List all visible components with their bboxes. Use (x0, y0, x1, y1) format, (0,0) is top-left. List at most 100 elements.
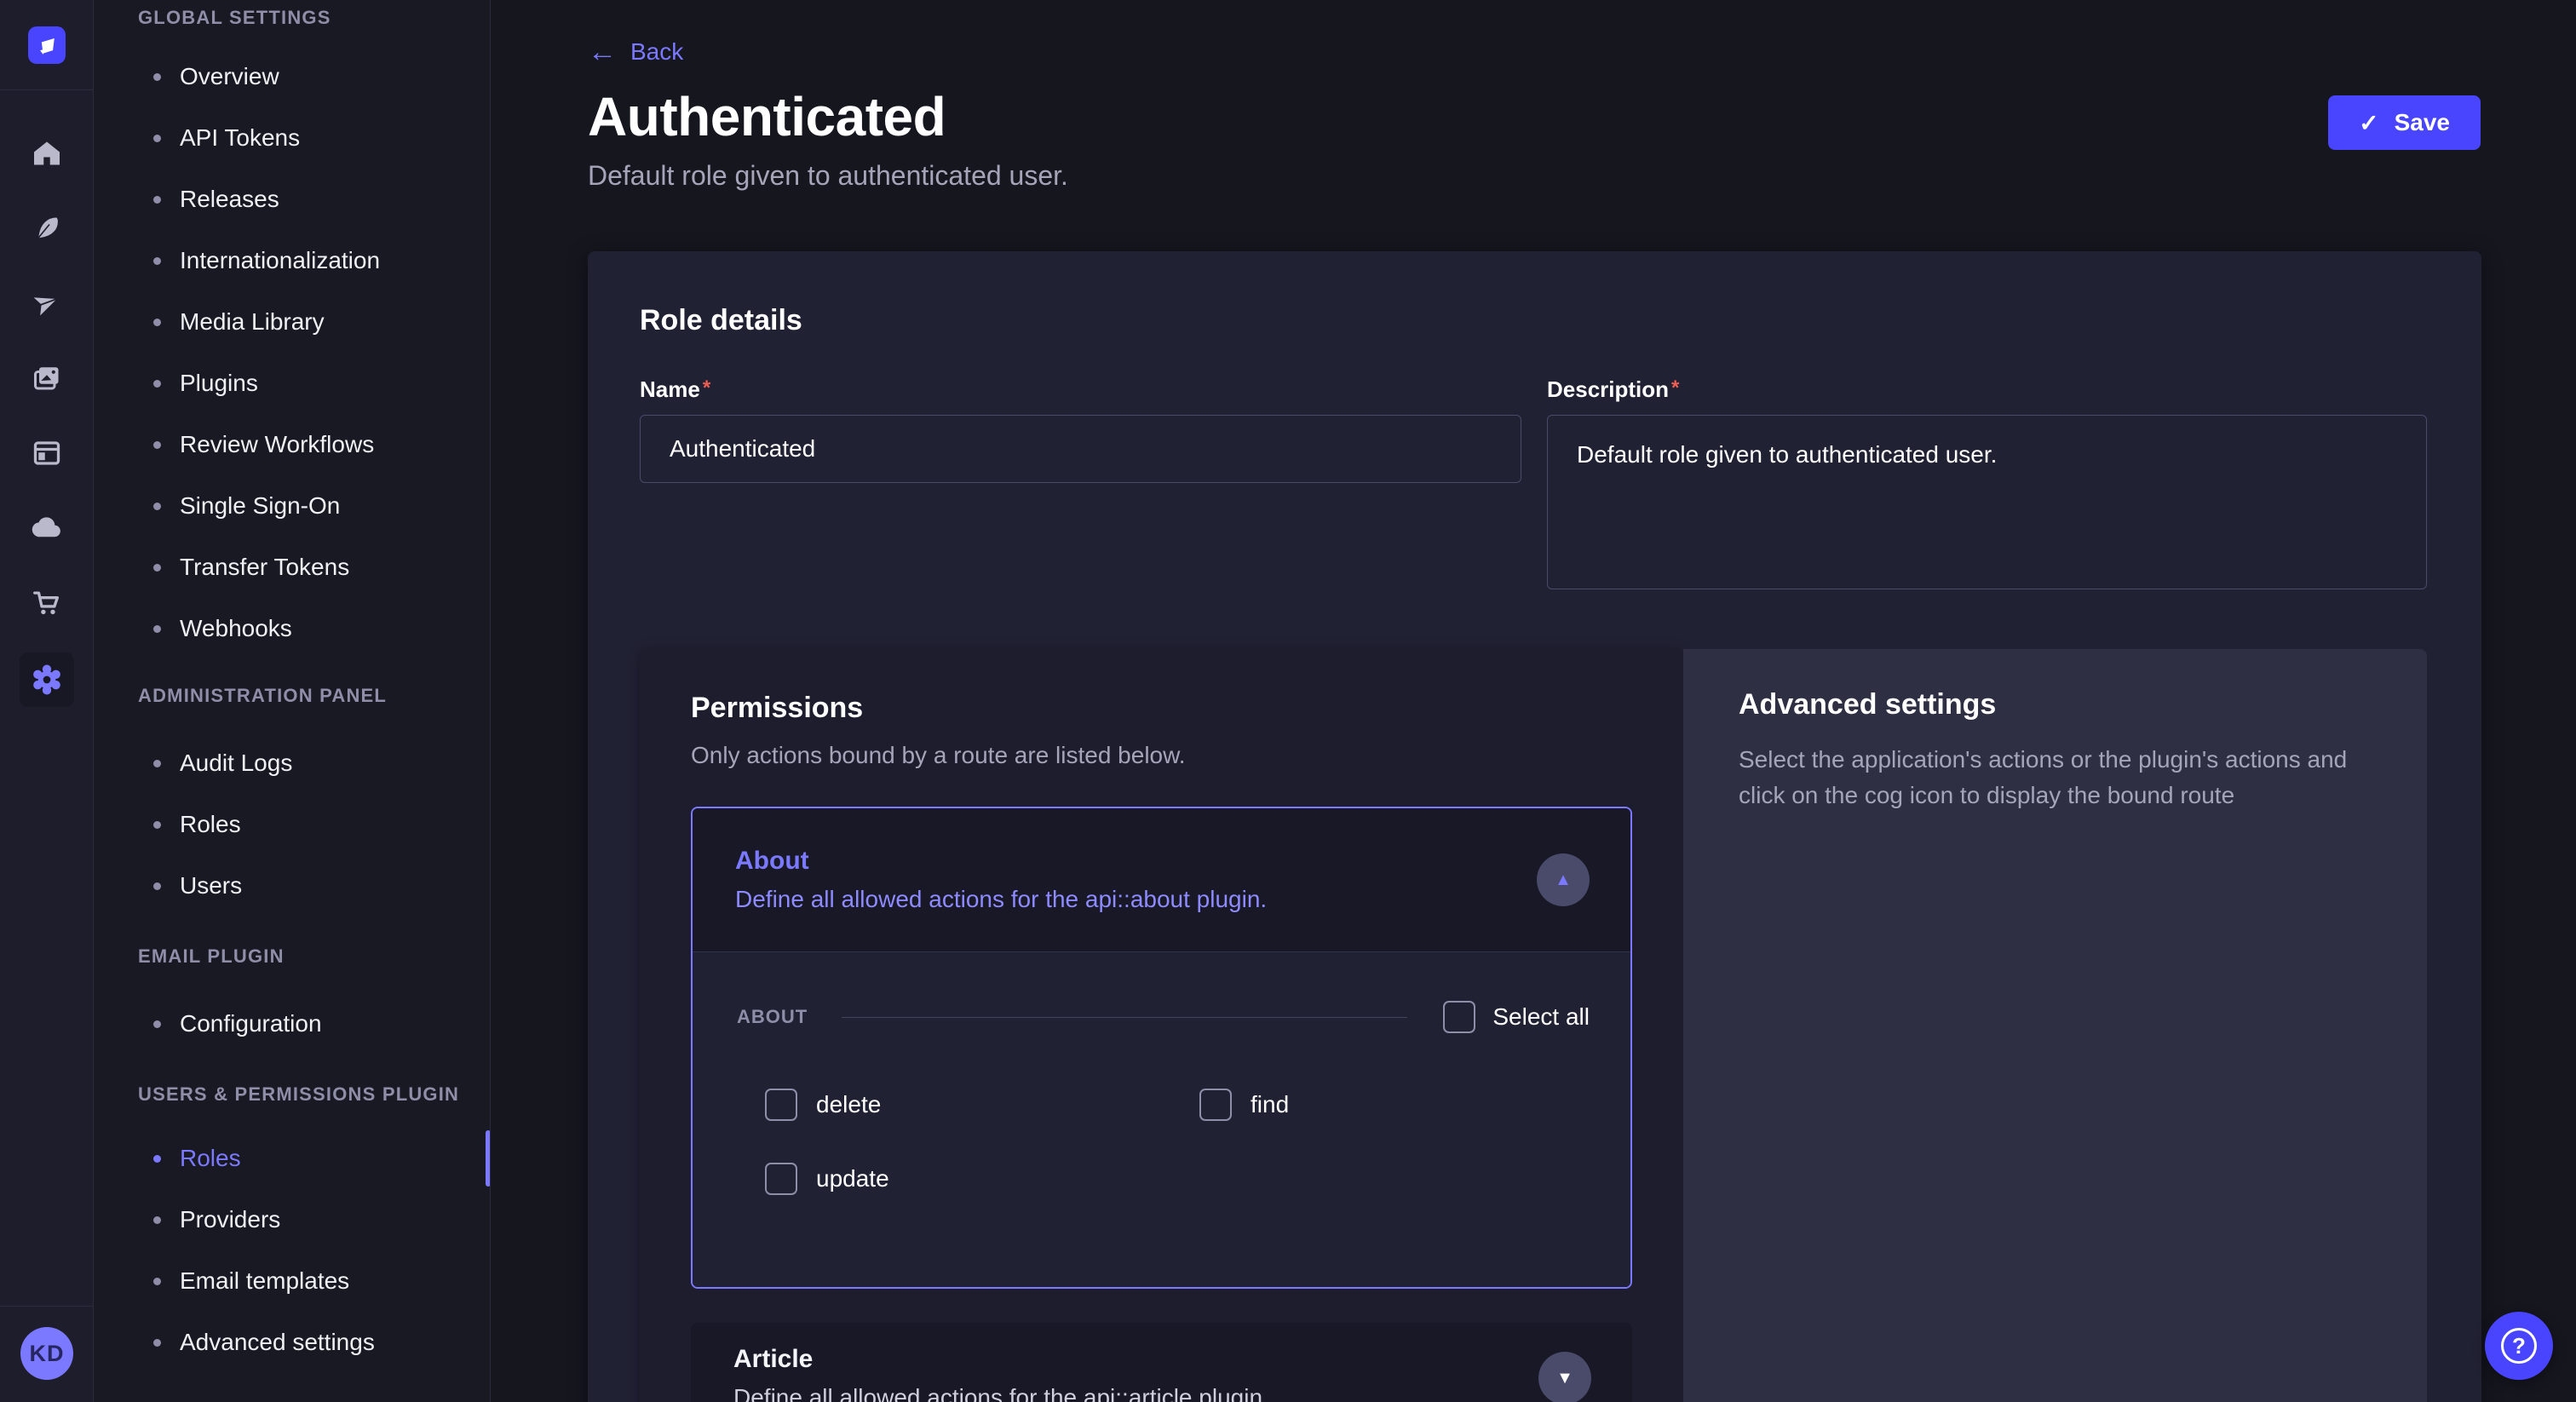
bullet-icon (153, 73, 161, 81)
permissions-title: Permissions (691, 692, 1632, 725)
sidebar-item-single-sign-on[interactable]: Single Sign-On (94, 475, 490, 537)
app-window: KD GLOBAL SETTINGS Overview API Tokens R… (0, 0, 2576, 1402)
sidebar-item-configuration[interactable]: Configuration (94, 993, 490, 1054)
sidebar-item-up-roles[interactable]: Roles (94, 1128, 490, 1189)
accordion-about-title: About (735, 847, 1267, 876)
accordion-article-titles: Article Define all allowed actions for t… (733, 1345, 1269, 1402)
feather-icon[interactable] (0, 191, 94, 266)
action-checkbox-grid: delete find update (765, 1081, 1590, 1203)
page-title: Authenticated (588, 85, 1068, 148)
description-textarea[interactable]: Default role given to authenticated user… (1547, 415, 2427, 589)
sidebar-item-transfer-tokens[interactable]: Transfer Tokens (94, 537, 490, 598)
question-mark-icon: ? (2501, 1328, 2537, 1364)
update-checkbox[interactable] (765, 1163, 797, 1195)
help-button[interactable]: ? (2485, 1312, 2553, 1380)
expand-button[interactable]: ▼ (1538, 1352, 1591, 1402)
bullet-icon (153, 257, 161, 265)
bullet-icon (153, 1155, 161, 1163)
strapi-logo[interactable] (28, 26, 66, 64)
back-label: Back (630, 38, 683, 66)
home-icon[interactable] (0, 116, 94, 191)
sidebar-item-users[interactable]: Users (94, 855, 490, 916)
sidebar-group: Audit Logs Roles Users (94, 733, 490, 916)
sidebar-item-releases[interactable]: Releases (94, 169, 490, 230)
sidebar-group: Overview API Tokens Releases Internation… (94, 46, 490, 659)
name-label-text: Name (640, 376, 700, 402)
name-label: Name* (640, 376, 1521, 403)
sidebar-item-overview[interactable]: Overview (94, 46, 490, 107)
sidebar-item-review-workflows[interactable]: Review Workflows (94, 414, 490, 475)
sidebar-section-users-permissions-plugin: USERS & PERMISSIONS PLUGIN (138, 1078, 490, 1111)
accordion-about-body: ABOUT Select all delete (693, 951, 1630, 1287)
sidebar-item-label: Releases (180, 186, 279, 213)
bullet-icon (153, 821, 161, 829)
name-input[interactable] (640, 415, 1521, 483)
sidebar-item-media-library[interactable]: Media Library (94, 291, 490, 353)
user-avatar[interactable]: KD (20, 1327, 73, 1380)
sidebar-item-label: Single Sign-On (180, 492, 340, 520)
save-button[interactable]: ✓ Save (2328, 95, 2481, 150)
chevron-up-icon: ▲ (1555, 871, 1572, 890)
select-all-label: Select all (1492, 1003, 1590, 1031)
select-all-checkbox[interactable] (1443, 1001, 1475, 1033)
paper-plane-icon[interactable] (0, 266, 94, 341)
cart-icon[interactable] (0, 566, 94, 641)
settings-sidebar: GLOBAL SETTINGS Overview API Tokens Rele… (94, 0, 491, 1402)
required-asterisk: * (703, 376, 710, 399)
sidebar-item-label: Configuration (180, 1010, 322, 1037)
delete-label: delete (816, 1091, 881, 1118)
sidebar-item-advanced-settings[interactable]: Advanced settings (94, 1312, 490, 1373)
sidebar-item-label: Roles (180, 811, 241, 838)
bullet-icon (153, 760, 161, 767)
role-details-title: Role details (640, 304, 2427, 337)
images-icon[interactable] (0, 341, 94, 416)
bullet-icon (153, 441, 161, 449)
sidebar-group: Configuration (94, 993, 490, 1054)
sidebar-item-audit-logs[interactable]: Audit Logs (94, 733, 490, 794)
bullet-icon (153, 1339, 161, 1347)
sidebar-item-label: API Tokens (180, 124, 300, 152)
advanced-settings-panel: Advanced settings Select the application… (1683, 649, 2427, 1402)
bullet-icon (153, 1278, 161, 1285)
select-all-control[interactable]: Select all (1443, 1001, 1590, 1033)
sidebar-item-api-tokens[interactable]: API Tokens (94, 107, 490, 169)
back-link[interactable]: ← Back (588, 37, 683, 66)
permissions-panel: Permissions Only actions bound by a rout… (640, 649, 1683, 1402)
sidebar-item-admin-roles[interactable]: Roles (94, 794, 490, 855)
main-nav-rail: KD (0, 0, 94, 1402)
save-button-label: Save (2395, 109, 2450, 136)
action-delete[interactable]: delete (765, 1081, 1199, 1129)
sidebar-section-administration-panel: ADMINISTRATION PANEL (138, 680, 490, 712)
action-find[interactable]: find (1199, 1081, 1632, 1129)
update-label: update (816, 1165, 889, 1192)
sidebar-item-internationalization[interactable]: Internationalization (94, 230, 490, 291)
strapi-logo-glyph (34, 32, 60, 58)
collapse-button[interactable]: ▲ (1537, 853, 1590, 906)
permission-group-row: ABOUT Select all (737, 1000, 1590, 1034)
required-asterisk: * (1671, 376, 1679, 399)
accordion-about-header[interactable]: About Define all allowed actions for the… (693, 808, 1630, 951)
advanced-settings-body: Select the application's actions or the … (1739, 742, 2360, 813)
delete-checkbox[interactable] (765, 1089, 797, 1121)
gear-icon[interactable] (0, 641, 94, 719)
advanced-settings-title: Advanced settings (1739, 688, 2371, 721)
sidebar-item-label: Audit Logs (180, 750, 292, 777)
action-update[interactable]: update (765, 1155, 1199, 1203)
sidebar-group: Roles Providers Email templates Advanced… (94, 1128, 490, 1373)
sidebar-item-plugins[interactable]: Plugins (94, 353, 490, 414)
bullet-icon (153, 319, 161, 326)
sidebar-item-webhooks[interactable]: Webhooks (94, 598, 490, 659)
sidebar-item-providers[interactable]: Providers (94, 1189, 490, 1250)
accordion-about-description: Define all allowed actions for the api::… (735, 886, 1267, 913)
accordion-article-title: Article (733, 1345, 1269, 1374)
description-label-text: Description (1547, 376, 1669, 402)
sidebar-item-label: Email templates (180, 1267, 349, 1295)
rail-bottom: KD (0, 1306, 94, 1402)
accordion-article[interactable]: Article Define all allowed actions for t… (691, 1323, 1632, 1402)
sidebar-item-email-templates[interactable]: Email templates (94, 1250, 490, 1312)
sidebar-item-label: Roles (180, 1145, 241, 1172)
cloud-icon[interactable] (0, 491, 94, 566)
sidebar-item-label: Providers (180, 1206, 280, 1233)
layout-icon[interactable] (0, 416, 94, 491)
find-checkbox[interactable] (1199, 1089, 1232, 1121)
